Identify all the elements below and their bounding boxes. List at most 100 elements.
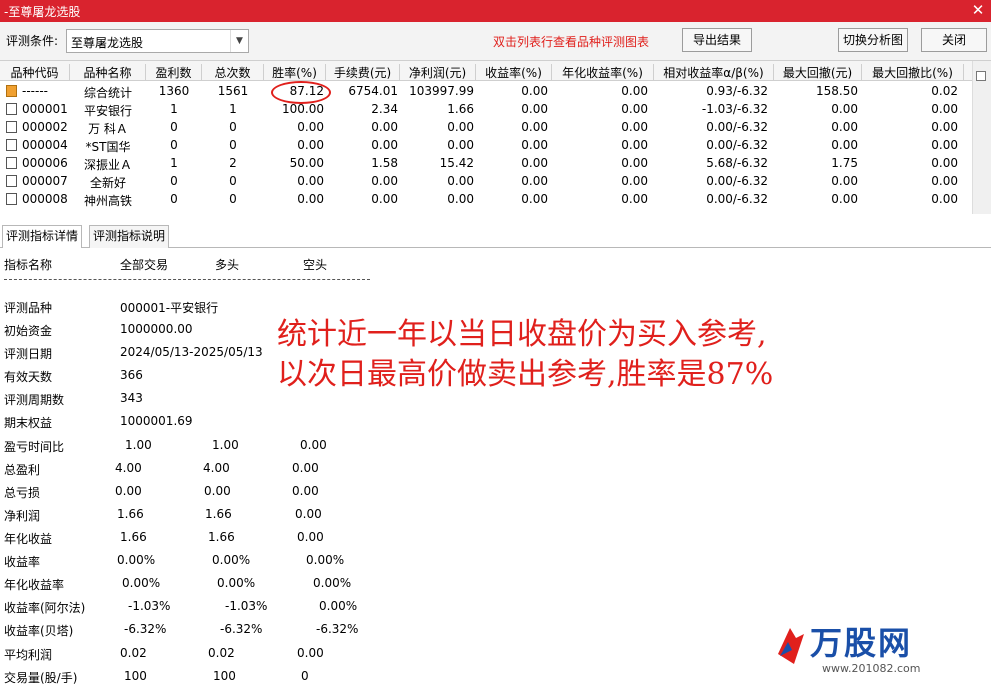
brand-name: 万股网	[810, 624, 913, 662]
table-cell: 1	[229, 102, 237, 116]
table-header: 品种代码 品种名称 盈利数 总次数 胜率(%) 手续费(元) 净利润(元) 收益…	[0, 61, 972, 81]
detail-label: 期末权益	[4, 416, 53, 430]
table-cell: ------	[22, 84, 48, 98]
table-cell: 0.00	[931, 174, 958, 188]
table-cell: 0.00	[371, 138, 398, 152]
table-cell: 0.00	[831, 138, 858, 152]
detail-label: 有效天数	[4, 370, 53, 384]
col-header-annual-return[interactable]: 年化收益率(%)	[552, 64, 654, 80]
table-row[interactable]: 000004 *ST国华 0 0 0.00 0.00 0.00 0.00 0.00 0.00/-6…	[0, 136, 972, 154]
table-cell: 0	[229, 120, 237, 134]
detail-value: 1.00	[212, 438, 239, 452]
table-row[interactable]: 000001 平安银行 1 1 100.00 2.34 1.66 0.00 0.00 -1.03/…	[0, 100, 972, 118]
table-cell: 0.00	[931, 102, 958, 116]
table-cell: 2.34	[371, 102, 398, 116]
col-header-netprofit[interactable]: 净利润(元)	[400, 64, 476, 80]
summary-icon	[6, 85, 17, 97]
table-cell: 0.00	[521, 192, 548, 206]
brand-logo: 万股网 www.201082.com	[770, 618, 970, 688]
stock-icon	[6, 103, 17, 115]
brand-url: www.201082.com	[822, 662, 921, 675]
table-cell: *ST国华	[85, 140, 131, 154]
chevron-down-icon[interactable]: ▼	[230, 30, 248, 52]
detail-value: 0.00	[295, 507, 322, 521]
table-cell: 0.00	[297, 138, 324, 152]
table-cell: 0	[229, 192, 237, 206]
winrate-highlight-circle	[271, 81, 331, 104]
table-cell: 0.00	[621, 84, 648, 98]
table-cell: 1.58	[371, 156, 398, 170]
table-cell: 0.00	[621, 192, 648, 206]
detail-label: 收益率(贝塔)	[4, 624, 74, 638]
col-header-winrate[interactable]: 胜率(%)	[264, 64, 326, 80]
condition-select[interactable]: 至尊屠龙选股 ▼	[66, 29, 249, 53]
table-row[interactable]: 000006 深振业Ａ 1 2 50.00 1.58 15.42 0.00 0.00 5.68/-…	[0, 154, 972, 172]
table-cell: 50.00	[289, 156, 324, 170]
table-cell: 0.00	[831, 174, 858, 188]
table-cell: 0.00	[521, 120, 548, 134]
detail-value: 0.02	[120, 646, 147, 660]
detail-value: 0.00%	[217, 576, 256, 590]
table-cell: 0.00	[371, 174, 398, 188]
close-button[interactable]: 关闭	[921, 28, 987, 52]
col-header-return[interactable]: 收益率(%)	[476, 64, 552, 80]
detail-label: 评测日期	[4, 347, 53, 361]
toolbar: 评测条件: 至尊屠龙选股 ▼ 双击列表行查看品种评测图表 导出结果 切换分析图 …	[0, 22, 991, 60]
detail-value: 0.00	[300, 438, 327, 452]
table-cell: 15.42	[439, 156, 474, 170]
col-header-total[interactable]: 总次数	[202, 64, 264, 80]
detail-label: 收益率(阿尔法)	[4, 601, 86, 615]
detail-value: 1000001.69	[120, 414, 193, 428]
col-header-relative-return[interactable]: 相对收益率α/β(%)	[654, 64, 774, 80]
table-cell: 0.00	[521, 174, 548, 188]
detail-value: 0.00%	[117, 553, 156, 567]
table-cell: 0.00	[521, 84, 548, 98]
table-cell: 0.00/-6.32	[706, 120, 768, 134]
detail-label: 总亏损	[4, 486, 41, 500]
table-cell: 2	[229, 156, 237, 170]
detail-label: 评测品种	[4, 301, 53, 315]
table-row[interactable]: 000008 神州高铁 0 0 0.00 0.00 0.00 0.00 0.00 0.00/-6.…	[0, 190, 972, 208]
detail-value: -6.32%	[316, 622, 359, 636]
detail-label: 年化收益率	[4, 578, 65, 592]
col-header-max-drawdown[interactable]: 最大回撤(元)	[774, 64, 862, 80]
table-cell: 000008	[22, 192, 68, 206]
detail-value: 0.00%	[319, 599, 358, 613]
col-header-code[interactable]: 品种代码	[0, 64, 70, 80]
col-header-name[interactable]: 品种名称	[70, 64, 146, 80]
table-cell: 0.00	[621, 138, 648, 152]
table-cell: 0.00/-6.32	[706, 138, 768, 152]
detail-value: 0.00	[297, 646, 324, 660]
stock-icon	[6, 193, 17, 205]
scroll-thumb[interactable]	[976, 71, 986, 81]
table-row[interactable]: ------ 综合统计 1360 1561 87.12 6754.01 103997.99 0…	[0, 82, 972, 100]
table-cell: 000002	[22, 120, 68, 134]
table-cell: 综合统计	[83, 86, 132, 100]
stock-icon	[6, 157, 17, 169]
col-header-wins[interactable]: 盈利数	[146, 64, 202, 80]
detail-label: 年化收益	[4, 532, 53, 546]
col-header-max-drawdown-ratio[interactable]: 最大回撤比(%)	[862, 64, 964, 80]
table-cell: 0	[170, 120, 178, 134]
export-button[interactable]: 导出结果	[682, 28, 752, 52]
table-row[interactable]: 000002 万 科Ａ 0 0 0.00 0.00 0.00 0.00 0.00 0.00/-6.…	[0, 118, 972, 136]
table-cell: 0.00	[621, 156, 648, 170]
detail-value: 0.00%	[313, 576, 352, 590]
close-icon[interactable]: ✕	[969, 1, 987, 19]
table-cell: 0.00	[931, 120, 958, 134]
tab-description[interactable]: 评测指标说明	[89, 225, 170, 248]
detail-col-short: 空头	[303, 258, 328, 272]
detail-value: 0	[301, 669, 309, 683]
tab-detail[interactable]: 评测指标详情	[2, 225, 83, 248]
detail-label: 交易量(股/手)	[4, 671, 78, 685]
detail-label: 收益率	[4, 555, 41, 569]
col-header-fee[interactable]: 手续费(元)	[326, 64, 400, 80]
switch-chart-button[interactable]: 切换分析图	[838, 28, 908, 52]
table-cell: 1	[170, 102, 178, 116]
detail-value: 1.66	[120, 530, 147, 544]
table-cell: 1561	[217, 84, 249, 98]
detail-label: 净利润	[4, 509, 41, 523]
table-scrollbar[interactable]	[972, 61, 991, 214]
table-cell: 6754.01	[348, 84, 398, 98]
table-row[interactable]: 000007 全新好 0 0 0.00 0.00 0.00 0.00 0.00 0.00/-6.3…	[0, 172, 972, 190]
